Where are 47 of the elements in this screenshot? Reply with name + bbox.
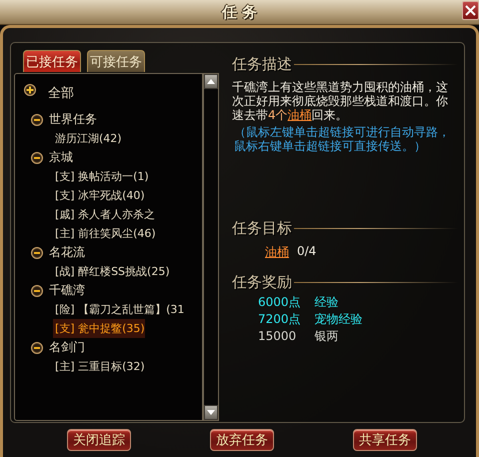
close-icon — [465, 5, 476, 16]
tab[interactable]: 已接任务 — [23, 50, 81, 72]
quest-item[interactable]: [戚] 杀人者人亦杀之 — [53, 205, 156, 224]
section-heading: 任务目标 — [232, 219, 292, 238]
tab[interactable]: 可接任务 — [87, 50, 145, 72]
item-link[interactable]: 油桶 — [265, 244, 289, 261]
window-title: 任 务 — [222, 2, 258, 22]
minus-icon[interactable] — [31, 152, 43, 164]
quest-item[interactable]: [支] 瓮中捉鳖(35) — [53, 319, 145, 338]
section-heading: 任务描述 — [232, 55, 292, 74]
tree-root-label[interactable]: 全部 — [48, 84, 74, 102]
reward-name: 宠物经验 — [314, 311, 363, 328]
scroll-down-button[interactable] — [204, 405, 218, 420]
minus-icon[interactable] — [31, 342, 43, 354]
item-link[interactable]: 油桶 — [288, 108, 312, 122]
reward-name: 银两 — [314, 328, 340, 345]
quest-category[interactable]: 京城 — [49, 149, 73, 166]
scrollbar[interactable] — [203, 73, 219, 421]
reward-name: 经验 — [314, 294, 340, 311]
action-button[interactable]: 关闭追踪 — [67, 429, 131, 451]
quest-item[interactable]: [险] 【霸刀之乱世篇】(31 — [53, 300, 184, 319]
quest-item[interactable]: [主] 前往笑风尘(46) — [53, 224, 156, 243]
minus-icon[interactable] — [31, 284, 43, 296]
quest-description: 千礁湾上有这些黑道势力囤积的油桶，这次正好用来彻底烧毁那些栈道和渡口。你速去带4个油桶回来。 — [232, 80, 449, 122]
quest-item[interactable]: [支] 冰牢死战(40) — [53, 186, 145, 205]
action-button[interactable]: 放弃任务 — [210, 429, 274, 451]
quest-item[interactable]: 游历江湖(42) — [53, 129, 122, 148]
minus-icon[interactable] — [31, 114, 43, 126]
hint-text: （鼠标左键单击超链接可进行自动寻路，鼠标右键单击超链接可直接传送。） — [233, 125, 451, 153]
quest-category[interactable]: 名花流 — [49, 244, 85, 261]
section-heading: 任务奖励 — [232, 273, 292, 292]
quest-item[interactable]: [主] 三重目标(32) — [53, 357, 145, 376]
up-arrow-icon — [207, 79, 215, 84]
quest-item[interactable]: [战] 醉红楼SS挑战(25) — [53, 262, 170, 281]
reward-amount: 15000 — [258, 328, 298, 345]
scroll-up-button[interactable] — [204, 74, 218, 89]
quest-category[interactable]: 名剑门 — [49, 339, 85, 356]
down-arrow-icon — [207, 410, 215, 415]
reward-amount: 7200点 — [258, 311, 301, 328]
action-button[interactable]: 共享任务 — [353, 429, 417, 451]
close-button[interactable] — [462, 1, 479, 20]
plus-icon[interactable] — [24, 84, 36, 96]
quest-item[interactable]: [支] 换帖活动一(1) — [53, 167, 149, 186]
quest-category[interactable]: 千礁湾 — [49, 282, 85, 299]
reward-amount: 6000点 — [258, 294, 301, 311]
quest-category[interactable]: 世界任务 — [49, 111, 97, 128]
minus-icon[interactable] — [31, 246, 43, 258]
